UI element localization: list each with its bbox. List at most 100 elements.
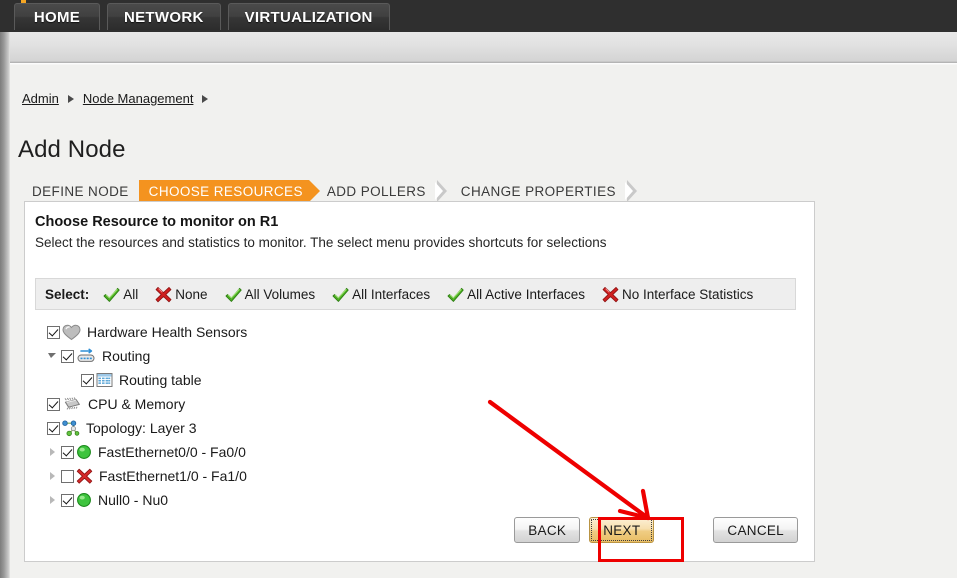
tree-twisty-icon[interactable]	[47, 446, 60, 459]
select-all-volumes-link[interactable]: All Volumes	[225, 286, 316, 303]
wizard-chevron-icon	[434, 179, 450, 203]
breadcrumb-item-node-management[interactable]: Node Management	[83, 91, 194, 106]
heart-sensor-icon	[62, 324, 81, 341]
tree-row-cpu-memory[interactable]: CPU & Memory	[33, 392, 803, 416]
status-up-icon	[76, 444, 92, 460]
wizard-chevron-icon	[624, 179, 640, 203]
panel-action-buttons: BACK NEXT CANCEL	[25, 517, 816, 543]
select-all-active-interfaces-label: All Active Interfaces	[467, 286, 585, 302]
left-edge-rail	[0, 0, 10, 578]
tree-row-fastethernet0-0[interactable]: FastEthernet0/0 - Fa0/0	[47, 440, 803, 464]
tree-label-hardware-health-sensors: Hardware Health Sensors	[87, 324, 248, 340]
tree-twisty-icon[interactable]	[47, 470, 60, 483]
back-button-label: BACK	[528, 522, 567, 538]
panel-subheading: Select the resources and statistics to m…	[35, 235, 607, 250]
wizard-step-define-node-label: DEFINE NODE	[32, 183, 129, 199]
wizard-step-change-properties-label: CHANGE PROPERTIES	[460, 183, 616, 199]
tree-label-fastethernet0-0: FastEthernet0/0 - Fa0/0	[98, 444, 246, 460]
select-label: Select:	[45, 286, 90, 302]
wizard-step-change-properties[interactable]: CHANGE PROPERTIES	[453, 179, 624, 203]
select-all-volumes-label: All Volumes	[244, 286, 316, 302]
wizard-step-add-pollers-label: ADD POLLERS	[326, 183, 426, 199]
green-check-icon	[225, 286, 242, 303]
table-grid-icon	[96, 372, 113, 388]
next-button[interactable]: NEXT	[589, 517, 655, 543]
tree-twisty-icon	[33, 422, 46, 435]
tree-row-topology-layer-3[interactable]: Topology: Layer 3	[33, 416, 803, 440]
cancel-button[interactable]: CANCEL	[713, 517, 798, 543]
wizard-step-choose-resources[interactable]: CHOOSE RESOURCES	[138, 179, 321, 203]
wizard-steps: DEFINE NODE CHOOSE RESOURCES ADD POLLERS…	[24, 179, 643, 203]
tree-twisty-icon[interactable]	[47, 494, 60, 507]
page-title: Add Node	[18, 136, 126, 163]
select-no-interface-statistics-label: No Interface Statistics	[621, 286, 754, 302]
secondary-toolbar	[10, 32, 957, 63]
tree-label-routing-table: Routing table	[119, 372, 202, 388]
router-icon	[76, 348, 96, 364]
select-all-interfaces-label: All Interfaces	[352, 286, 431, 302]
tree-row-routing[interactable]: Routing	[47, 344, 803, 368]
breadcrumb-arrow-icon	[202, 95, 209, 103]
green-check-icon	[103, 286, 120, 303]
status-up-icon	[76, 492, 92, 508]
checkbox-fastethernet1-0[interactable]	[61, 469, 74, 483]
tree-twisty-icon[interactable]	[47, 350, 60, 363]
tree-row-fastethernet1-0[interactable]: FastEthernet1/0 - Fa1/0	[47, 464, 803, 488]
nav-tab-virtualization[interactable]: VIRTUALIZATION	[227, 3, 390, 30]
tree-label-cpu-memory: CPU & Memory	[88, 396, 186, 412]
checkbox-hardware-health-sensors[interactable]	[47, 325, 60, 339]
select-all-label: All	[123, 286, 139, 302]
checkbox-null0[interactable]	[61, 493, 74, 507]
cpu-chip-icon	[62, 396, 82, 412]
next-button-label: NEXT	[603, 522, 641, 538]
tree-label-null0: Null0 - Nu0	[98, 492, 169, 508]
resource-tree: Hardware Health Sensors Routing Routing …	[33, 320, 803, 512]
checkbox-fastethernet0-0[interactable]	[61, 445, 74, 459]
select-all-active-interfaces-link[interactable]: All Active Interfaces	[447, 286, 585, 303]
nav-tab-home[interactable]: HOME	[14, 3, 100, 30]
select-all-link[interactable]: All	[103, 286, 138, 303]
back-button[interactable]: BACK	[514, 517, 581, 543]
select-all-interfaces-link[interactable]: All Interfaces	[332, 286, 430, 303]
status-down-icon	[76, 468, 93, 484]
tree-twisty-icon	[33, 398, 46, 411]
toolbar-divider	[10, 63, 957, 65]
wizard-step-add-pollers[interactable]: ADD POLLERS	[309, 179, 434, 203]
choose-resources-panel: Choose Resource to monitor on R1 Select …	[24, 201, 815, 562]
nav-tab-virtualization-label: VIRTUALIZATION	[244, 8, 373, 26]
tree-row-routing-table[interactable]: Routing table	[67, 368, 803, 392]
breadcrumb-item-admin[interactable]: Admin	[22, 91, 59, 106]
checkbox-cpu-memory[interactable]	[47, 397, 60, 411]
breadcrumb-arrow-icon	[67, 95, 74, 103]
wizard-step-choose-resources-label: CHOOSE RESOURCES	[148, 183, 303, 199]
app-window: HOME NETWORK VIRTUALIZATION Admin Node M…	[0, 0, 957, 578]
nav-tab-network-label: NETWORK	[124, 8, 204, 26]
select-none-link[interactable]: None	[155, 286, 208, 303]
tree-row-hardware-health-sensors[interactable]: Hardware Health Sensors	[33, 320, 803, 344]
nav-tab-network[interactable]: NETWORK	[107, 3, 221, 30]
tree-label-routing: Routing	[102, 348, 151, 364]
tree-twisty-icon	[33, 326, 46, 339]
select-no-interface-statistics-link[interactable]: No Interface Statistics	[602, 286, 753, 303]
red-x-icon	[155, 286, 172, 303]
select-none-label: None	[175, 286, 208, 302]
top-navigation-bar: HOME NETWORK VIRTUALIZATION	[0, 0, 957, 32]
wizard-step-define-node[interactable]: DEFINE NODE	[24, 179, 137, 203]
checkbox-routing-table[interactable]	[81, 373, 94, 387]
checkbox-routing[interactable]	[61, 349, 74, 363]
green-check-icon	[332, 286, 349, 303]
breadcrumb: Admin Node Management	[22, 91, 209, 106]
red-x-icon	[602, 286, 619, 303]
checkbox-topology-layer-3[interactable]	[47, 421, 60, 435]
cancel-button-label: CANCEL	[727, 522, 784, 538]
select-shortcuts-bar: Select: All None All Volumes All Interfa…	[35, 278, 796, 310]
panel-heading: Choose Resource to monitor on R1	[35, 214, 279, 230]
panel-header: Choose Resource to monitor on R1 Select …	[25, 202, 814, 252]
tree-label-topology-layer-3: Topology: Layer 3	[86, 420, 197, 436]
tree-label-fastethernet1-0: FastEthernet1/0 - Fa1/0	[99, 468, 247, 484]
tree-twisty-icon	[67, 374, 80, 387]
tree-row-null0[interactable]: Null0 - Nu0	[47, 488, 803, 512]
nav-tab-home-label: HOME	[33, 8, 81, 26]
topology-icon	[62, 420, 80, 437]
green-check-icon	[447, 286, 464, 303]
